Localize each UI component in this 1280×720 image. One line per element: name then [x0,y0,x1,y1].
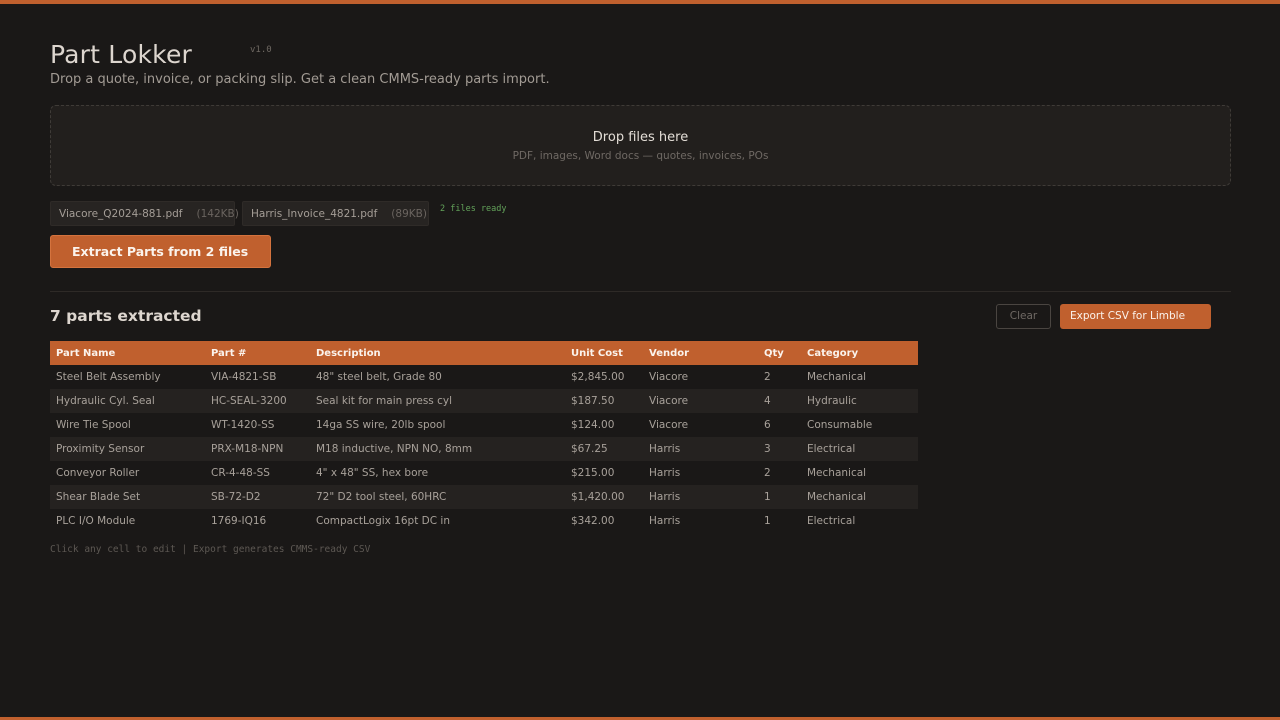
version-label: v1.0 [250,45,272,55]
table-row: PLC I/O Module 1769-IQ16 CompactLogix 16pt… [50,509,918,533]
parts-count-title: 7 parts extracted [50,307,202,325]
table-cell[interactable]: 14ga SS wire, 20lb spool [310,413,565,437]
table-cell[interactable]: PLC I/O Module [50,509,205,533]
table-cell[interactable]: CompactLogix 16pt DC in [310,509,565,533]
file-size: (89KB) [391,208,427,220]
section-divider [50,291,1231,292]
table-cell[interactable]: 1 [758,485,801,509]
file-chip[interactable]: Viacore_Q2024-881.pdf (142KB) [50,201,239,226]
table-cell[interactable]: 4" x 48" SS, hex bore [310,461,565,485]
column-header[interactable]: Description [310,341,565,365]
table-cell[interactable]: HC-SEAL-3200 [205,389,310,413]
table-cell[interactable]: SB-72-D2 [205,485,310,509]
table-cell[interactable]: 6 [758,413,801,437]
table-row: Proximity Sensor PRX-M18-NPN M18 inductive… [50,437,918,461]
file-size: (142KB) [196,208,239,220]
table-cell[interactable]: $215.00 [565,461,643,485]
column-header[interactable]: Category [801,341,918,365]
app-title: Part Lokker [50,40,193,69]
file-dropzone[interactable]: Drop files here PDF, images, Word docs —… [50,105,1231,186]
table-cell[interactable]: PRX-M18-NPN [205,437,310,461]
column-header[interactable]: Unit Cost [565,341,643,365]
table-cell[interactable]: M18 inductive, NPN NO, 8mm [310,437,565,461]
top-accent-bar [0,0,1280,4]
file-name: Viacore_Q2024-881.pdf [59,208,183,220]
table-cell[interactable]: VIA-4821-SB [205,365,310,389]
table-cell[interactable]: Electrical [801,437,918,461]
extract-parts-button[interactable]: Extract Parts from 2 files [50,235,271,268]
table-cell[interactable]: Hydraulic [801,389,918,413]
table-cell[interactable]: Harris [643,485,758,509]
table-cell[interactable]: $2,845.00 [565,365,643,389]
table-header: Part Name Part # Description Unit Cost Vendo… [50,341,918,365]
table-row: Shear Blade Set SB-72-D2 72" D2 tool steel… [50,485,918,509]
clear-button[interactable]: Clear [996,304,1051,329]
dropzone-subtitle: PDF, images, Word docs — quotes, invoice… [512,150,769,162]
table-cell[interactable]: Wire Tie Spool [50,413,205,437]
table-cell[interactable]: Electrical [801,509,918,533]
files-ready-status: 2 files ready [440,204,507,214]
table-cell[interactable]: Mechanical [801,461,918,485]
table-cell[interactable]: 1 [758,509,801,533]
table-row: Wire Tie Spool WT-1420-SS 14ga SS wire, 20… [50,413,918,437]
table-cell[interactable]: Harris [643,509,758,533]
table-cell[interactable]: $124.00 [565,413,643,437]
column-header[interactable]: Vendor [643,341,758,365]
table-cell[interactable]: Mechanical [801,365,918,389]
table-cell[interactable]: Mechanical [801,485,918,509]
file-name: Harris_Invoice_4821.pdf [251,208,378,220]
file-chip[interactable]: Harris_Invoice_4821.pdf (89KB) [242,201,429,226]
column-header[interactable]: Qty [758,341,801,365]
table-cell[interactable]: Hydraulic Cyl. Seal [50,389,205,413]
table-cell[interactable]: Viacore [643,413,758,437]
footer-hint: Click any cell to edit | Export generate… [50,544,371,555]
dropzone-title: Drop files here [592,130,689,145]
header-row: Part Name Part # Description Unit Cost Vendo… [50,341,918,365]
parts-table: Part Name Part # Description Unit Cost Vendo… [50,341,918,533]
table-row: Steel Belt Assembly VIA-4821-SB 48" steel … [50,365,918,389]
table-cell[interactable]: $1,420.00 [565,485,643,509]
table-cell[interactable]: Conveyor Roller [50,461,205,485]
table-cell[interactable]: Viacore [643,389,758,413]
table-cell[interactable]: Harris [643,437,758,461]
table-cell[interactable]: 3 [758,437,801,461]
table-cell[interactable]: $187.50 [565,389,643,413]
table-cell[interactable]: 2 [758,461,801,485]
table-cell[interactable]: Proximity Sensor [50,437,205,461]
table-cell[interactable]: 72" D2 tool steel, 60HRC [310,485,565,509]
column-header[interactable]: Part Name [50,341,205,365]
table-cell[interactable]: $342.00 [565,509,643,533]
table-cell[interactable]: 1769-IQ16 [205,509,310,533]
table-cell[interactable]: Consumable [801,413,918,437]
export-csv-button[interactable]: Export CSV for Limble [1060,304,1211,329]
table-cell[interactable]: 4 [758,389,801,413]
table-cell[interactable]: WT-1420-SS [205,413,310,437]
app-subtitle: Drop a quote, invoice, or packing slip. … [50,72,550,87]
table-cell[interactable]: Shear Blade Set [50,485,205,509]
column-header[interactable]: Part # [205,341,310,365]
table-cell[interactable]: $67.25 [565,437,643,461]
table-cell[interactable]: Steel Belt Assembly [50,365,205,389]
table-body: Steel Belt Assembly VIA-4821-SB 48" steel … [50,365,918,533]
table-cell[interactable]: CR-4-48-SS [205,461,310,485]
table-cell[interactable]: 2 [758,365,801,389]
table-cell[interactable]: 48" steel belt, Grade 80 [310,365,565,389]
table-cell[interactable]: Viacore [643,365,758,389]
table-row: Conveyor Roller CR-4-48-SS 4" x 48" SS, he… [50,461,918,485]
table-cell[interactable]: Seal kit for main press cyl [310,389,565,413]
table-cell[interactable]: Harris [643,461,758,485]
table-row: Hydraulic Cyl. Seal HC-SEAL-3200 Seal kit … [50,389,918,413]
